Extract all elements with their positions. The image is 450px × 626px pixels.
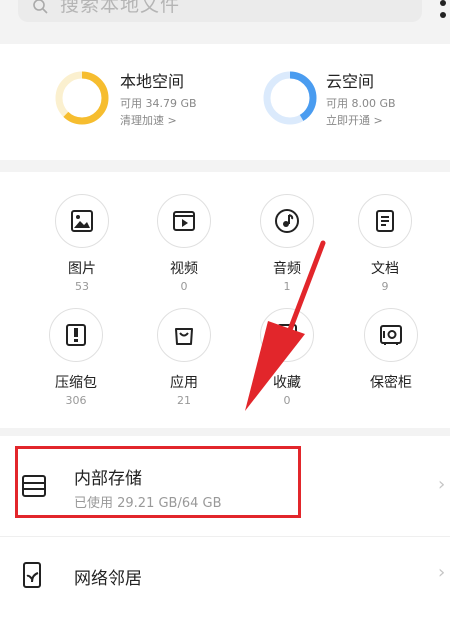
- category-favorites[interactable]: 收藏 0: [252, 308, 322, 407]
- category-count: 21: [177, 394, 191, 407]
- category-label: 视频: [170, 261, 198, 277]
- local-storage-title: 本地空间: [120, 72, 185, 91]
- category-label: 收藏: [273, 375, 301, 391]
- category-videos[interactable]: 视频 0: [149, 194, 219, 293]
- search-icon: [33, 0, 48, 14]
- network-neighborhood-title: 网络邻居: [74, 569, 142, 589]
- local-storage-ring-icon: [55, 71, 109, 125]
- category-count: 306: [65, 394, 87, 407]
- category-images[interactable]: 图片 53: [47, 194, 117, 293]
- category-grid: 图片 53 视频 0 音频 1 文档 9 压缩包 306 应用 21 收藏 0 …: [0, 172, 450, 428]
- chevron-right-icon: ›: [438, 474, 446, 495]
- chevron-right-icon: ›: [438, 562, 446, 583]
- audio-icon: [275, 209, 299, 233]
- category-safe[interactable]: 保密柜: [356, 308, 426, 394]
- favorite-icon: [277, 324, 297, 346]
- image-icon: [71, 210, 93, 232]
- search-placeholder: 搜索本地文件: [60, 0, 181, 16]
- cloud-storage-title: 云空间: [326, 72, 375, 91]
- category-documents[interactable]: 文档 9: [350, 194, 420, 293]
- category-audio[interactable]: 音频 1: [252, 194, 322, 293]
- document-icon: [376, 210, 394, 232]
- app-bag-icon: [175, 328, 193, 345]
- category-label: 保密柜: [370, 375, 412, 391]
- category-label: 图片: [68, 261, 96, 277]
- category-archives[interactable]: 压缩包 306: [41, 308, 111, 407]
- safe-icon: [380, 325, 402, 345]
- category-count: 9: [381, 280, 389, 293]
- local-storage-available: 可用 34.79 GB: [120, 97, 197, 110]
- local-storage-clean-link[interactable]: 清理加速 >: [120, 114, 177, 128]
- network-device-icon: [23, 562, 41, 588]
- category-count: 1: [283, 280, 291, 293]
- highlight-box: [15, 446, 301, 518]
- cloud-storage-open-link[interactable]: 立即开通 >: [326, 114, 383, 128]
- category-label: 应用: [170, 375, 198, 391]
- cloud-storage-available: 可用 8.00 GB: [326, 97, 396, 110]
- archive-icon: [66, 324, 86, 346]
- category-count: 0: [180, 280, 188, 293]
- storage-summary: 本地空间 可用 34.79 GB 清理加速 > 云空间 可用 8.00 GB 立…: [0, 44, 450, 160]
- category-label: 压缩包: [55, 375, 97, 391]
- network-neighborhood-row[interactable]: 网络邻居 ›: [0, 540, 450, 620]
- search-bar[interactable]: 搜索本地文件: [18, 0, 422, 22]
- category-label: 文档: [371, 261, 399, 277]
- category-count: 53: [75, 280, 89, 293]
- category-apps[interactable]: 应用 21: [149, 308, 219, 407]
- video-icon: [173, 211, 195, 231]
- category-label: 音频: [273, 261, 301, 277]
- divider: [0, 536, 450, 537]
- cloud-storage-ring-icon: [263, 71, 317, 125]
- category-count: 0: [283, 394, 291, 407]
